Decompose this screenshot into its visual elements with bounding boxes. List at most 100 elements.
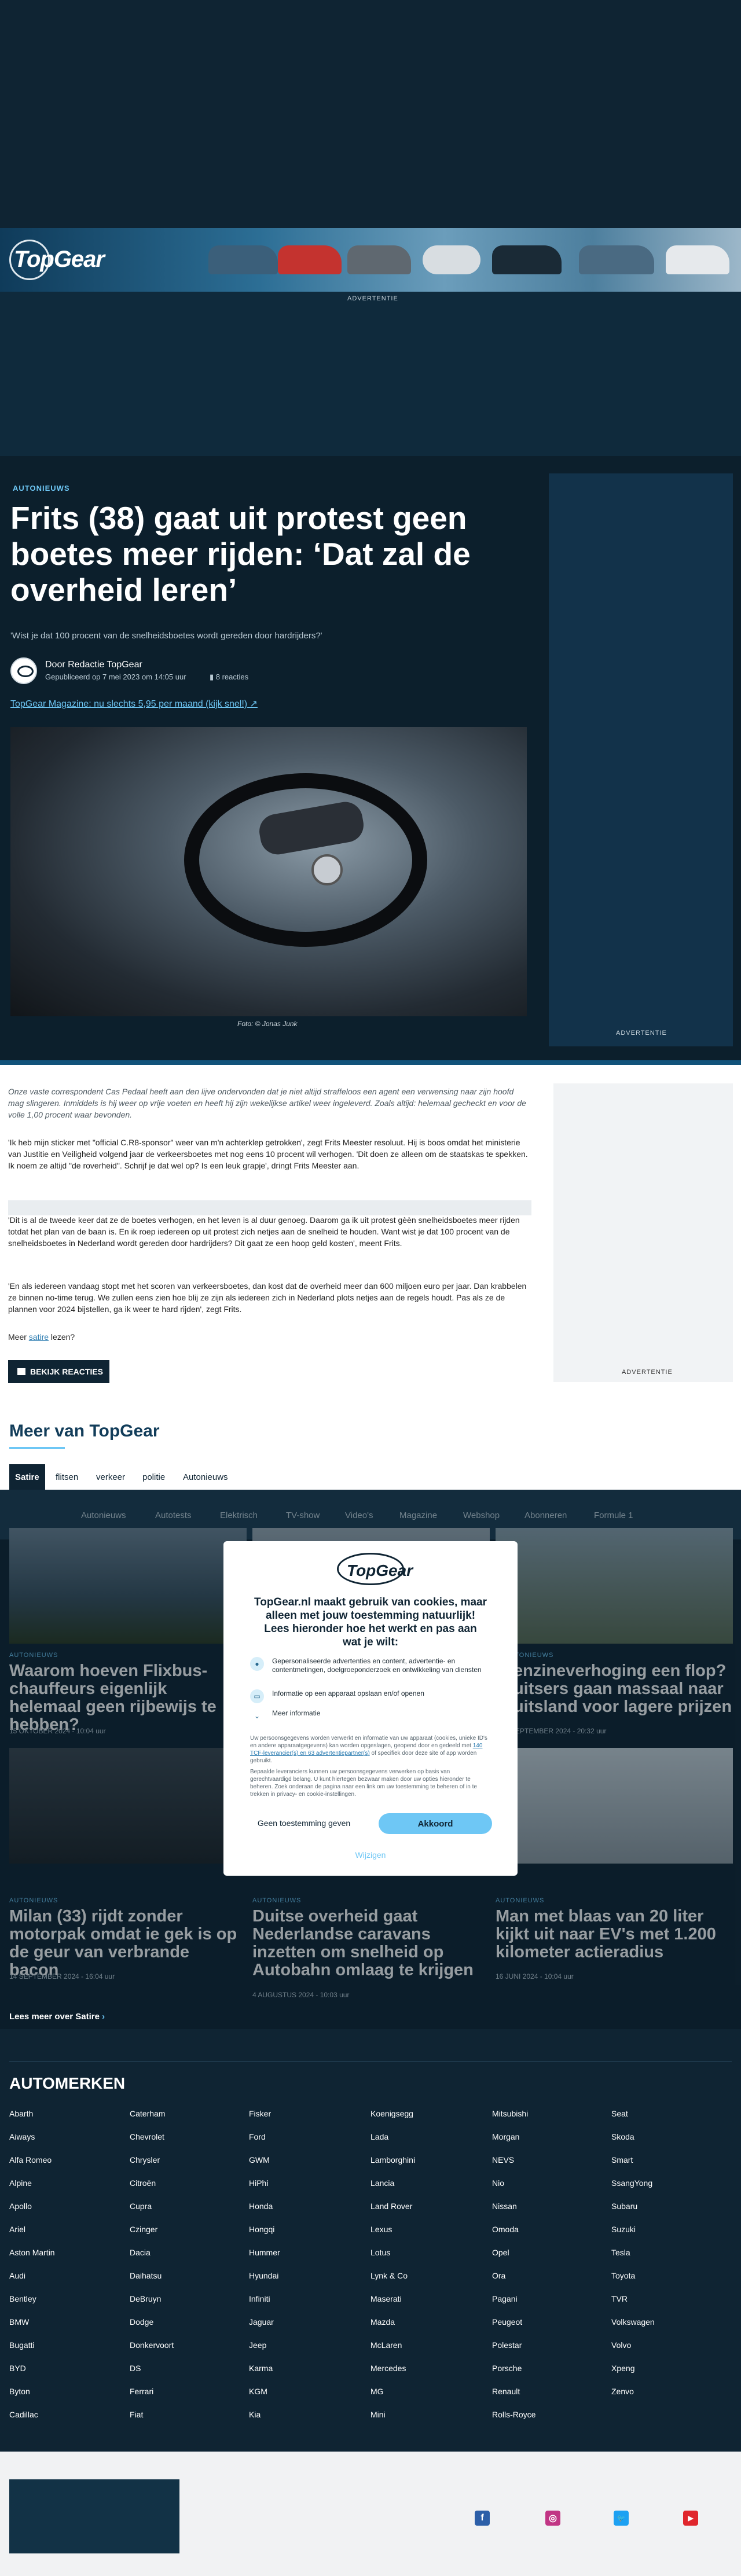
brand-link[interactable]: Alpine [9, 2178, 32, 2188]
brand-link[interactable]: Land Rover [370, 2202, 412, 2211]
brand-link[interactable]: Koenigsegg [370, 2109, 413, 2118]
brand-link[interactable]: Nissan [492, 2202, 517, 2211]
youtube-icon[interactable]: ▶ [683, 2511, 698, 2526]
tab-autonieuws[interactable]: Autonieuws [177, 1464, 234, 1490]
view-comments-button[interactable]: BEKIJK REACTIES [8, 1360, 109, 1383]
twitter-icon[interactable]: 🐦 [614, 2511, 629, 2526]
brand-link[interactable]: Zenvo [611, 2387, 634, 2396]
brand-link[interactable]: Fisker [249, 2109, 271, 2118]
brand-link[interactable]: Maserati [370, 2294, 402, 2303]
brand-link[interactable]: McLaren [370, 2340, 402, 2350]
brand-link[interactable]: Suzuki [611, 2225, 636, 2234]
brand-link[interactable]: Infiniti [249, 2294, 270, 2303]
accept-button[interactable]: Akkoord [379, 1813, 492, 1834]
brand-link[interactable]: Lamborghini [370, 2155, 415, 2165]
brand-link[interactable]: Volkswagen [611, 2317, 655, 2327]
brand-link[interactable]: Toyota [611, 2271, 635, 2280]
brand-link[interactable]: Aston Martin [9, 2248, 55, 2257]
brand-link[interactable]: Apollo [9, 2202, 32, 2211]
more-info-toggle[interactable]: ⌄ Meer informatie [250, 1709, 491, 1723]
brand-link[interactable]: Honda [249, 2202, 273, 2211]
brand-link[interactable]: DeBruyn [130, 2294, 161, 2303]
brand-link[interactable]: Omoda [492, 2225, 519, 2234]
brand-link[interactable]: Mercedes [370, 2364, 406, 2373]
brand-link[interactable]: Bentley [9, 2294, 36, 2303]
brand-link[interactable]: Lancia [370, 2178, 394, 2188]
brand-link[interactable]: Czinger [130, 2225, 157, 2234]
brand-link[interactable]: Opel [492, 2248, 509, 2257]
brand-link[interactable]: Nio [492, 2178, 504, 2188]
brand-link[interactable]: Ferrari [130, 2387, 153, 2396]
brand-link[interactable]: Lotus [370, 2248, 390, 2257]
brand-link[interactable]: DS [130, 2364, 141, 2373]
brand-link[interactable]: Citroën [130, 2178, 156, 2188]
brand-link[interactable]: BYD [9, 2364, 26, 2373]
facebook-icon[interactable]: f [475, 2511, 490, 2526]
tab-verkeer[interactable]: verkeer [90, 1464, 131, 1490]
brand-link[interactable]: SsangYong [611, 2178, 652, 2188]
brand-link[interactable]: KGM [249, 2387, 267, 2396]
brand-link[interactable]: Morgan [492, 2132, 519, 2141]
brand-link[interactable]: Cadillac [9, 2410, 38, 2419]
brand-link[interactable]: Porsche [492, 2364, 522, 2373]
brand-link[interactable]: Tesla [611, 2248, 630, 2257]
brand-link[interactable]: Smart [611, 2155, 633, 2165]
brand-link[interactable]: Ora [492, 2271, 505, 2280]
brand-link[interactable]: Bugatti [9, 2340, 35, 2350]
brand-link[interactable]: Abarth [9, 2109, 33, 2118]
brand-link[interactable]: Audi [9, 2271, 25, 2280]
brand-link[interactable]: GWM [249, 2155, 270, 2165]
brand-link[interactable]: Mitsubishi [492, 2109, 528, 2118]
consent-purpose[interactable]: ▭ Informatie op een apparaat opslaan en/… [250, 1689, 491, 1703]
author-name[interactable]: Door Redactie TopGear [45, 660, 142, 670]
consent-purpose[interactable]: ● Gepersonaliseerde advertenties en cont… [250, 1657, 491, 1674]
brand-link[interactable]: TVR [611, 2294, 628, 2303]
brand-link[interactable]: Peugeot [492, 2317, 522, 2327]
banner-ad[interactable]: TopGear [0, 228, 741, 292]
brand-link[interactable]: Byton [9, 2387, 30, 2396]
brand-link[interactable]: Rolls-Royce [492, 2410, 535, 2419]
brand-link[interactable]: Ford [249, 2132, 266, 2141]
brand-link[interactable]: NEVS [492, 2155, 514, 2165]
sidebar-ad-2[interactable] [553, 1083, 733, 1382]
sidebar-ad[interactable] [549, 473, 733, 1046]
brand-link[interactable]: Hongqi [249, 2225, 274, 2234]
brand-link[interactable]: Xpeng [611, 2364, 634, 2373]
brand-link[interactable]: Ariel [9, 2225, 25, 2234]
brand-link[interactable]: Chrysler [130, 2155, 160, 2165]
brand-link[interactable]: Caterham [130, 2109, 165, 2118]
brand-link[interactable]: HiPhi [249, 2178, 268, 2188]
brand-link[interactable]: Seat [611, 2109, 628, 2118]
article-category[interactable]: AUTONIEUWS [13, 484, 70, 493]
brand-link[interactable]: Fiat [130, 2410, 143, 2419]
brand-link[interactable]: Chevrolet [130, 2132, 164, 2141]
brand-link[interactable]: Renault [492, 2387, 520, 2396]
magazine-link[interactable]: TopGear Magazine: nu slechts 5,95 per ma… [10, 698, 258, 710]
brand-link[interactable]: Donkervoort [130, 2340, 174, 2350]
brand-link[interactable]: Lada [370, 2132, 388, 2141]
comments-count[interactable]: ▮ 8 reacties [210, 673, 248, 682]
brand-link[interactable]: BMW [9, 2317, 29, 2327]
brand-link[interactable]: Cupra [130, 2202, 152, 2211]
brand-link[interactable]: Dacia [130, 2248, 151, 2257]
brand-link[interactable]: Kia [249, 2410, 261, 2419]
brand-link[interactable]: Mazda [370, 2317, 395, 2327]
brand-link[interactable]: Pagani [492, 2294, 518, 2303]
reject-consent-button[interactable]: Geen toestemming geven [250, 1813, 358, 1833]
brand-link[interactable]: Mini [370, 2410, 386, 2419]
brand-link[interactable]: Polestar [492, 2340, 522, 2350]
brand-link[interactable]: Subaru [611, 2202, 637, 2211]
brand-link[interactable]: Lexus [370, 2225, 392, 2234]
instagram-icon[interactable]: ◎ [545, 2511, 560, 2526]
brand-link[interactable]: Dodge [130, 2317, 153, 2327]
brand-link[interactable]: Aiways [9, 2132, 35, 2141]
brand-link[interactable]: Volvo [611, 2340, 631, 2350]
satire-link[interactable]: satire [29, 1332, 49, 1342]
brand-link[interactable]: MG [370, 2387, 384, 2396]
brand-link[interactable]: Alfa Romeo [9, 2155, 52, 2165]
brand-link[interactable]: Karma [249, 2364, 273, 2373]
read-more-satire-link[interactable]: Lees meer over Satire › [9, 2012, 105, 2022]
brand-link[interactable]: Daihatsu [130, 2271, 162, 2280]
brand-link[interactable]: Hyundai [249, 2271, 278, 2280]
tab-politie[interactable]: politie [137, 1464, 171, 1490]
